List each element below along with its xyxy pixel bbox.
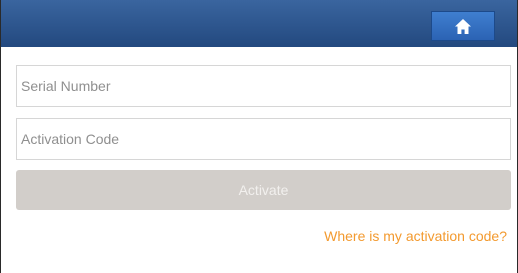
serial-number-field[interactable] [16, 65, 511, 107]
home-icon [455, 18, 471, 34]
activation-screen: Activate Where is my activation code? [0, 0, 518, 273]
app-header [1, 0, 517, 47]
home-button[interactable] [431, 11, 495, 41]
activation-code-input[interactable] [21, 131, 510, 147]
activation-code-field[interactable] [16, 118, 511, 160]
activate-button[interactable]: Activate [16, 170, 511, 210]
serial-number-input[interactable] [21, 78, 510, 94]
activation-code-help-link[interactable]: Where is my activation code? [324, 228, 507, 244]
